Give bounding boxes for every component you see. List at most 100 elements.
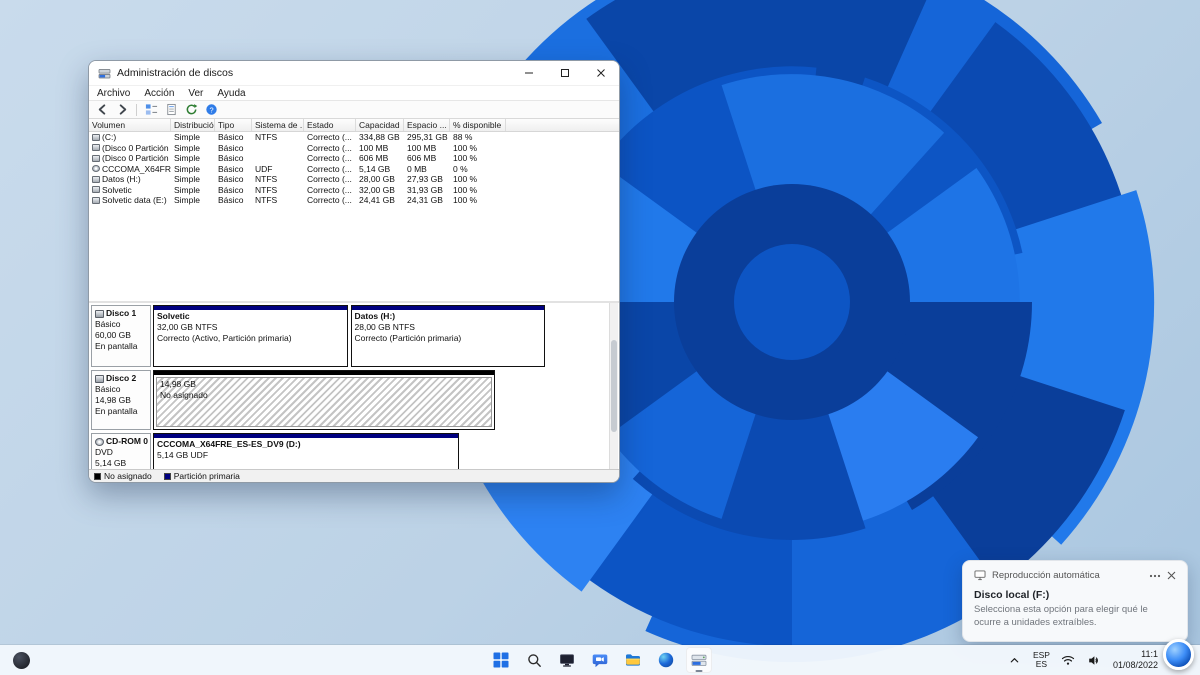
refresh-button[interactable] <box>183 102 199 117</box>
column-header-filler <box>506 119 619 131</box>
disk-info[interactable]: Disco 1 Básico 60,00 GB En pantalla <box>91 305 151 367</box>
maximize-button[interactable] <box>547 61 583 85</box>
minimize-button[interactable] <box>511 61 547 85</box>
minimize-icon <box>525 72 533 74</box>
disk-graph: Disco 1 Básico 60,00 GB En pantalla Solvetic… <box>89 303 619 469</box>
table-row[interactable]: CCCOMA_X64FRE...Simple Básico UDF Correcto … <box>89 164 619 175</box>
menu-item[interactable]: Archivo <box>97 88 130 99</box>
volume-icon <box>92 175 100 183</box>
properties-button[interactable] <box>163 102 179 117</box>
table-row[interactable]: Solvetic data (E:) Simple Básico NTFS Correc… <box>89 195 619 206</box>
more-options-icon[interactable] <box>1149 574 1161 578</box>
language-switcher[interactable]: ESP ES <box>1033 650 1050 670</box>
help-button[interactable]: ? <box>203 102 219 117</box>
table-row[interactable]: (Disco 0 Partición 5) Simple Básico Correct… <box>89 153 619 164</box>
disk-partitions: CCCOMA_X64FRE_ES-ES_DV9 (D:) 5,14 GB UDF <box>153 433 459 469</box>
search-button[interactable] <box>521 647 547 673</box>
legend-swatch <box>163 472 171 480</box>
column-header[interactable]: Estado <box>304 119 356 131</box>
column-header[interactable]: Distribución <box>171 119 215 131</box>
file-explorer-button[interactable] <box>620 647 646 673</box>
disk-info-line: En pantalla <box>95 406 138 417</box>
file-explorer-icon <box>626 654 640 666</box>
start-button[interactable] <box>488 647 514 673</box>
disk-management-taskbar-button[interactable] <box>686 647 712 673</box>
forward-button[interactable] <box>114 102 130 117</box>
vertical-scrollbar[interactable] <box>609 303 618 469</box>
chat-button[interactable] <box>587 647 613 673</box>
table-cell: Correcto (... <box>307 195 352 206</box>
table-cell: Básico <box>218 142 244 153</box>
column-header[interactable]: % disponible <box>450 119 506 131</box>
volume-icon <box>92 154 100 162</box>
column-header[interactable]: Espacio ... <box>404 119 450 131</box>
refresh-icon <box>186 104 197 115</box>
desktop-app-button[interactable] <box>554 647 580 673</box>
autoplay-toast[interactable]: Reproducción automática Disco local (F:)… <box>962 560 1188 642</box>
partition[interactable]: Solvetic 32,00 GB NTFS Correcto (Activo, P… <box>153 305 348 367</box>
titlebar[interactable]: Administración de discos <box>89 61 619 85</box>
menu-item[interactable]: Ayuda <box>217 88 245 99</box>
menu-item[interactable]: Acción <box>144 88 174 99</box>
table-row[interactable]: (C:) Simple Básico NTFS Correcto (... 334,88 … <box>89 132 619 143</box>
table-cell: 27,93 GB <box>407 174 443 185</box>
taskbar: ESP ES 11:1 01/08/2022 <box>0 645 1200 675</box>
toolbar-separator <box>136 103 137 116</box>
edge-button[interactable] <box>653 647 679 673</box>
back-button[interactable] <box>94 102 110 117</box>
hidden-icons-button[interactable] <box>1006 649 1024 671</box>
disk-info[interactable]: CD-ROM 0 DVD 5,14 GB <box>91 433 151 469</box>
table-cell: 0 MB <box>407 163 427 174</box>
console-tree-button[interactable] <box>143 102 159 117</box>
table-cell: Solvetic data (E:) <box>89 195 171 205</box>
notification-orb[interactable] <box>1163 639 1194 670</box>
table-cell: 24,31 GB <box>407 195 443 206</box>
disk-name: CD-ROM 0 <box>106 436 149 446</box>
partition-unallocated[interactable]: 14,98 GB No asignado <box>153 370 495 430</box>
table-cell: 28,00 GB <box>359 174 395 185</box>
table-cell: Correcto (... <box>307 184 352 195</box>
disk-partitions: 14,98 GB No asignado <box>153 370 495 430</box>
table-cell: (Disco 0 Partición 1) <box>89 143 171 153</box>
table-cell: Básico <box>218 153 244 164</box>
volume-icon <box>92 196 100 204</box>
disk-info-line: Básico <box>95 319 121 330</box>
menu-item[interactable]: Ver <box>188 88 203 99</box>
table-row[interactable]: Solvetic Simple Básico NTFS Correcto (... 32,… <box>89 185 619 196</box>
volume-button[interactable] <box>1086 649 1104 671</box>
table-cell: Básico <box>218 184 244 195</box>
edge-icon <box>658 652 674 668</box>
table-cell: 100 % <box>453 184 478 195</box>
active-indicator <box>695 669 703 672</box>
column-header[interactable]: Volumen <box>89 119 171 131</box>
table-cell: Básico <box>218 195 244 206</box>
column-header[interactable]: Capacidad <box>356 119 404 131</box>
table-row[interactable]: (Disco 0 Partición 1) Simple Básico Correct… <box>89 143 619 154</box>
disk-info[interactable]: Disco 2 Básico 14,98 GB En pantalla <box>91 370 151 430</box>
table-cell: 100 % <box>453 195 478 206</box>
help-icon: ? <box>205 104 217 115</box>
disk-row: CD-ROM 0 DVD 5,14 GB CCCOMA_X64FRE_ES-ES_DV… <box>91 433 607 469</box>
partition[interactable]: CCCOMA_X64FRE_ES-ES_DV9 (D:) 5,14 GB UDF <box>153 433 459 469</box>
disk-info-line: 60,00 GB <box>95 330 131 341</box>
network-button[interactable] <box>1059 649 1077 671</box>
table-cell: Básico <box>218 174 244 185</box>
legend-bar: No asignado Partición primaria <box>89 469 619 482</box>
scrollbar-thumb[interactable] <box>611 339 617 433</box>
table-row[interactable]: Datos (H:) Simple Básico NTFS Correcto (... 2… <box>89 174 619 185</box>
table-cell: Datos (H:) <box>89 174 171 184</box>
close-button[interactable] <box>583 61 619 85</box>
console-tree-icon <box>145 104 157 115</box>
disk-name: Disco 1 <box>106 308 137 318</box>
toast-close-icon[interactable] <box>1167 571 1176 580</box>
table-cell: 88 % <box>453 132 473 143</box>
clock[interactable]: 11:1 01/08/2022 <box>1113 649 1158 671</box>
column-header[interactable]: Sistema de ... <box>252 119 304 131</box>
partition[interactable]: Datos (H:) 28,00 GB NTFS Correcto (Partici… <box>350 305 545 367</box>
table-cell: UDF <box>255 163 273 174</box>
column-header[interactable]: Tipo <box>215 119 252 131</box>
table-cell: 606 MB <box>407 153 437 164</box>
table-cell: 100 % <box>453 153 478 164</box>
widgets-button[interactable] <box>8 647 34 673</box>
table-cell: Básico <box>218 163 244 174</box>
